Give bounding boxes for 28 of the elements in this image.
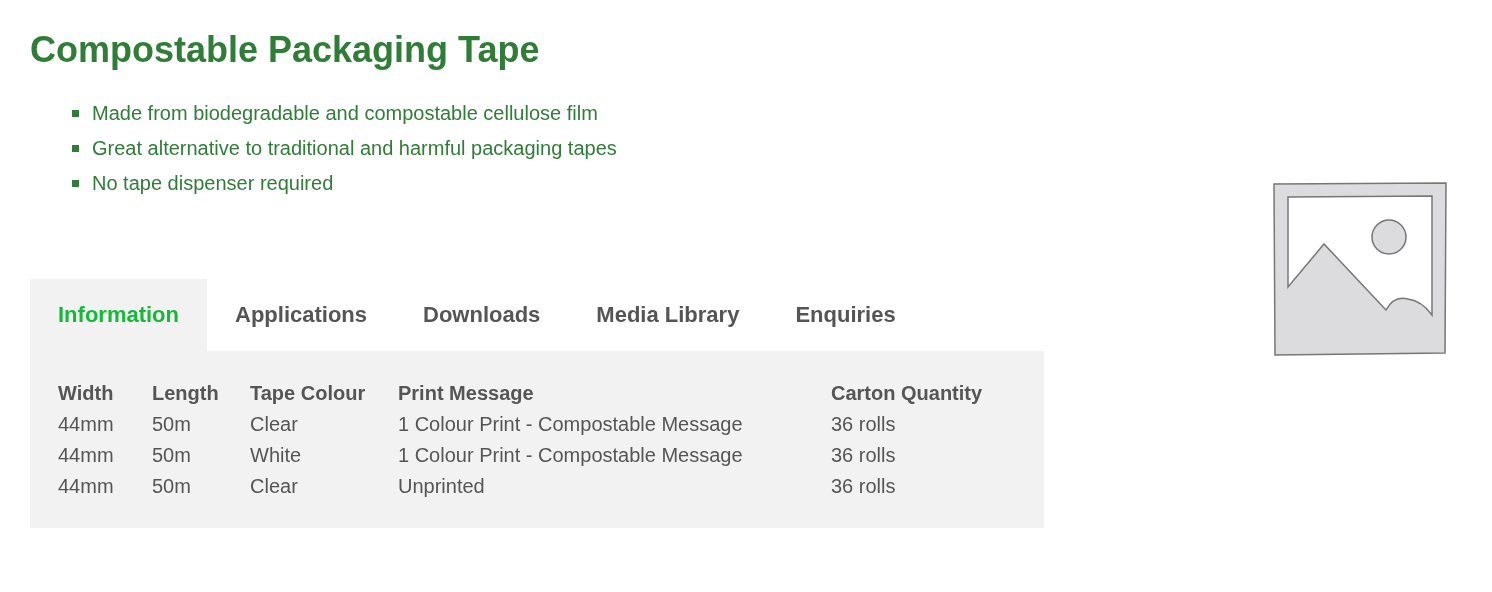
column-header: Length (152, 381, 219, 404)
column-header: Width (58, 381, 114, 404)
feature-text: Great alternative to traditional and harmful packaging tapes (92, 137, 617, 160)
feature-text: Made from biodegradable and compostable cellulose film (92, 102, 598, 125)
table-cell: 36 rolls (831, 413, 896, 435)
table-cell: 36 rolls (831, 444, 896, 466)
feature-text: No tape dispenser required (92, 172, 334, 195)
column-header: Print Message (398, 381, 534, 404)
table-cell: 44mm (58, 444, 114, 466)
bullet-icon (72, 145, 79, 152)
column-header: Tape Colour (250, 381, 366, 404)
table-cell: Unprinted (398, 475, 485, 497)
bullet-icon (72, 110, 79, 117)
table-cell: 50m (152, 413, 191, 435)
image-placeholder-icon (1272, 181, 1448, 357)
bullet-icon (72, 180, 79, 187)
table-cell: 1 Colour Print - Compostable Message (398, 413, 743, 435)
table-cell: 50m (152, 444, 191, 466)
table-cell: 1 Colour Print - Compostable Message (398, 444, 743, 466)
table-cell: 44mm (58, 413, 114, 435)
table-cell: Clear (250, 475, 298, 497)
table-cell: White (250, 444, 302, 466)
product-title: Compostable Packaging Tape (30, 28, 541, 72)
table-cell: 50m (152, 475, 191, 497)
column-header: Carton Quantity (831, 381, 983, 404)
table-cell: 44mm (58, 475, 114, 497)
table-cell: 36 rolls (831, 475, 896, 497)
table-cell: Clear (250, 413, 298, 435)
